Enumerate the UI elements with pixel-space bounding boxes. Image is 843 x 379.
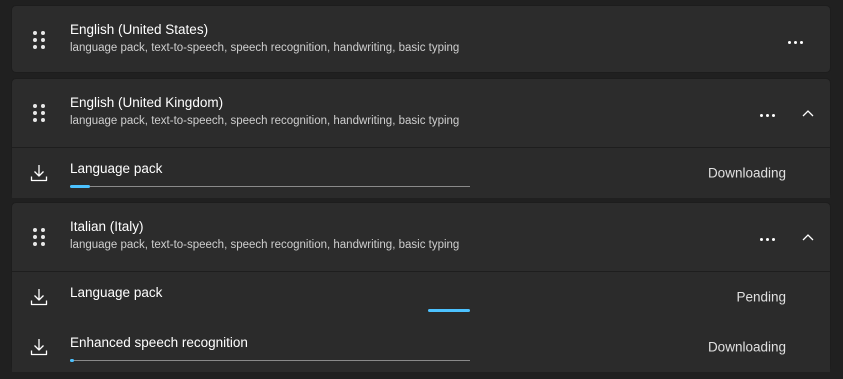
collapse-button[interactable] [794,99,822,127]
language-header[interactable]: Italian (Italy) language pack, text-to-s… [12,203,830,271]
language-card-en-gb: English (United Kingdom) language pack, … [11,78,831,198]
language-name: Italian (Italy) [70,219,144,234]
more-options-icon [758,104,776,122]
collapse-button[interactable] [794,223,822,251]
progress-bar [70,185,470,188]
language-name: English (United Kingdom) [70,95,224,110]
download-item: Enhanced speech recognition Downloading [12,322,830,372]
download-status: Downloading [707,339,786,355]
indeterminate-progress-bar [428,309,470,312]
drag-handle-icon[interactable] [33,228,45,246]
language-features: language pack, text-to-speech, speech re… [70,42,460,54]
download-item: Language pack Downloading [12,147,830,198]
more-options-button[interactable] [753,99,781,127]
download-item-label: Language pack [70,285,163,300]
progress-fill [70,359,74,362]
download-icon [30,165,48,182]
more-options-button[interactable] [781,26,809,54]
progress-fill [70,185,90,188]
drag-handle-icon[interactable] [33,31,45,49]
language-features: language pack, text-to-speech, speech re… [70,115,460,127]
language-features: language pack, text-to-speech, speech re… [70,239,460,251]
download-icon [30,289,48,306]
more-options-icon [758,228,776,246]
download-icon [30,339,48,356]
language-header[interactable]: English (United Kingdom) language pack, … [12,79,830,147]
language-name: English (United States) [70,22,209,37]
more-options-icon [786,31,804,49]
drag-handle-icon[interactable] [33,104,45,122]
chevron-up-icon [802,110,814,117]
language-card-en-us: English (United States) language pack, t… [11,5,831,73]
download-item: Language pack Pending [12,271,830,322]
language-card-it-it: Italian (Italy) language pack, text-to-s… [11,202,831,372]
download-status: Pending [736,289,786,305]
language-header[interactable]: English (United States) language pack, t… [12,6,830,74]
download-item-label: Enhanced speech recognition [70,335,248,350]
download-status: Downloading [707,165,786,181]
download-item-label: Language pack [70,161,163,176]
progress-bar [70,359,470,362]
chevron-up-icon [802,234,814,241]
more-options-button[interactable] [753,223,781,251]
